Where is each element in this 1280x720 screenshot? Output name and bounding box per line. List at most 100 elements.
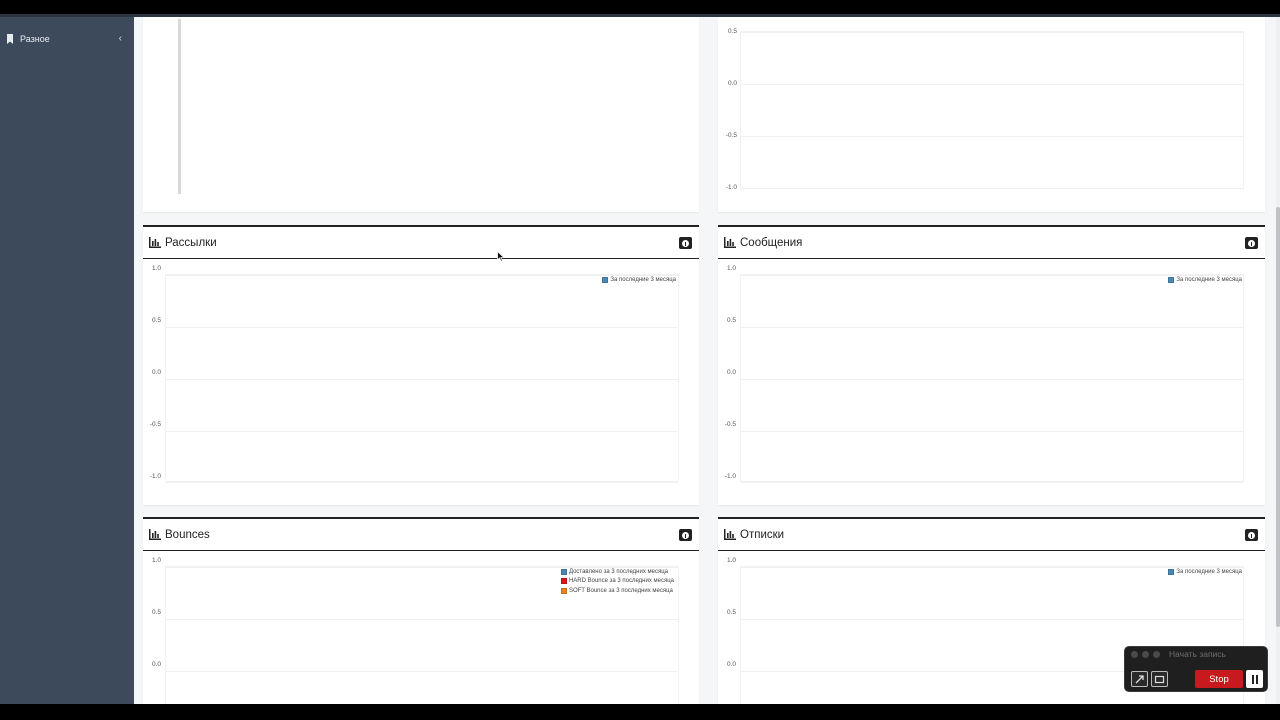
chart-mailings: 1.0 0.5 0.0 -0.5 -1.0 За последние 3 мес… (143, 260, 699, 507)
legend-item[interactable]: HARD Bounce за 3 последних месяца (560, 577, 674, 587)
y-tick-label: -1.0 (724, 473, 736, 480)
gridline (741, 136, 1243, 137)
close-dot-icon[interactable] (1131, 651, 1138, 658)
gridline (741, 327, 1243, 328)
panel-title: Отписки (740, 528, 785, 541)
plot-area (165, 274, 679, 483)
legend-swatch (602, 276, 609, 283)
gridline (741, 482, 1243, 483)
legend-label: HARD Bounce за 3 последних месяца (568, 578, 674, 585)
legend-swatch (1168, 276, 1175, 283)
gridline (166, 619, 678, 620)
stop-button[interactable]: Stop (1195, 670, 1243, 688)
recorder-title: Начать запись (1169, 649, 1226, 659)
y-tick-label: 0.0 (726, 661, 736, 668)
panel-title: Bounces (165, 528, 210, 541)
bar-chart-icon (149, 237, 161, 248)
y-tick-label: 1.0 (726, 265, 736, 272)
arrow-icon (1135, 674, 1144, 683)
y-tick-label: 1.0 (726, 557, 736, 564)
y-tick-label: -0.5 (725, 132, 737, 139)
info-icon[interactable] (1245, 529, 1258, 541)
y-tick-label: 0.5 (151, 317, 161, 324)
gridline (741, 84, 1243, 85)
panel-bounces: Bounces 1.0 0.5 0.0 Доставлено за 3 посл… (143, 517, 699, 704)
legend-swatch (560, 578, 567, 585)
legend-item[interactable]: За последние 3 месяца (1168, 567, 1242, 577)
gridline (741, 32, 1243, 33)
pause-button[interactable] (1246, 670, 1263, 688)
panel-header: Сообщения (718, 227, 1265, 259)
chart-top-right: 0.5 0.0 -0.5 -1.0 (718, 17, 1265, 212)
legend-item[interactable]: За последние 3 месяца (602, 275, 676, 285)
bar-chart-icon (724, 237, 736, 248)
y-tick-label: -1.0 (149, 473, 161, 480)
legend-swatch (560, 568, 567, 575)
legend-label: За последние 3 месяца (1176, 276, 1242, 283)
sidebar-item-label: Разное (20, 34, 50, 44)
rectangle-icon (1154, 675, 1165, 683)
info-icon[interactable] (679, 529, 692, 541)
mouse-cursor-icon (497, 251, 505, 262)
y-tick-label: -1.0 (725, 184, 737, 191)
gridline (741, 379, 1243, 380)
panel-header: Bounces (143, 519, 699, 551)
gridline (166, 275, 678, 276)
gridline (166, 379, 678, 380)
panel-top-left (143, 17, 699, 212)
recorder-widget: Начать запись Stop (1124, 646, 1268, 692)
gridline (741, 188, 1243, 189)
sidebar-item-misc[interactable]: Разное ‹ (6, 31, 128, 47)
gridline (741, 431, 1243, 432)
main-content: 0.5 0.0 -0.5 -1.0 Рассылки 1.0 0.5 0.0 -… (134, 17, 1280, 704)
pause-icon (1251, 674, 1254, 684)
bottom-bar (0, 704, 1280, 720)
arrow-tool-button[interactable] (1131, 671, 1148, 687)
panel-header: Рассылки (143, 227, 699, 259)
panel-header: Отписки (718, 519, 1265, 551)
gridline (741, 619, 1243, 620)
vertical-divider (178, 19, 181, 194)
y-tick-label: 0.0 (726, 369, 736, 376)
panel-mailings: Рассылки 1.0 0.5 0.0 -0.5 -1.0 За послед… (143, 225, 699, 505)
chart-messages: 1.0 0.5 0.0 -0.5 -1.0 За последние 3 мес… (718, 260, 1265, 507)
legend-label: SOFT Bounce за 3 последних месяца (568, 587, 673, 594)
y-tick-label: 1.0 (151, 265, 161, 272)
plot-area (740, 31, 1244, 189)
bookmark-icon (7, 34, 13, 44)
info-icon[interactable] (679, 237, 692, 249)
legend-item[interactable]: За последние 3 месяца (1168, 275, 1242, 285)
chart-legend: За последние 3 месяца (602, 275, 676, 285)
panel-title: Сообщения (740, 236, 803, 249)
legend-item[interactable]: SOFT Bounce за 3 последних месяца (560, 586, 674, 596)
panel-messages: Сообщения 1.0 0.5 0.0 -0.5 -1.0 За после… (718, 225, 1265, 505)
legend-swatch (1168, 568, 1175, 575)
panel-title: Рассылки (165, 236, 217, 249)
scrollbar-thumb[interactable] (1276, 207, 1280, 627)
y-tick-label: 0.5 (727, 28, 737, 35)
y-tick-label: 0.5 (726, 609, 736, 616)
info-icon[interactable] (1245, 237, 1258, 249)
chart-legend: За последние 3 месяца (1168, 275, 1242, 285)
panel-top-right: 0.5 0.0 -0.5 -1.0 (718, 17, 1265, 212)
legend-item[interactable]: Доставлено за 3 последних месяца (560, 567, 674, 577)
chart-bounces: 1.0 0.5 0.0 Доставлено за 3 последних ме… (143, 552, 699, 704)
window-controls (1131, 651, 1160, 658)
plot-area (740, 274, 1244, 483)
y-tick-label: 1.0 (151, 557, 161, 564)
minimize-dot-icon[interactable] (1142, 651, 1149, 658)
gridline (166, 431, 678, 432)
rectangle-tool-button[interactable] (1151, 671, 1168, 687)
zoom-dot-icon[interactable] (1153, 651, 1160, 658)
bar-chart-icon (149, 529, 161, 540)
scrollbar[interactable] (1276, 17, 1280, 704)
chart-legend: Доставлено за 3 последних месяца HARD Bo… (560, 567, 674, 596)
chevron-left-icon[interactable]: ‹ (119, 33, 122, 44)
legend-label: За последние 3 месяца (610, 276, 676, 283)
top-bar (0, 0, 1280, 17)
gridline (166, 671, 678, 672)
legend-swatch (560, 587, 567, 594)
y-tick-label: -0.5 (149, 421, 161, 428)
legend-label: За последние 3 месяца (1176, 568, 1242, 575)
chart-legend: За последние 3 месяца (1168, 567, 1242, 577)
